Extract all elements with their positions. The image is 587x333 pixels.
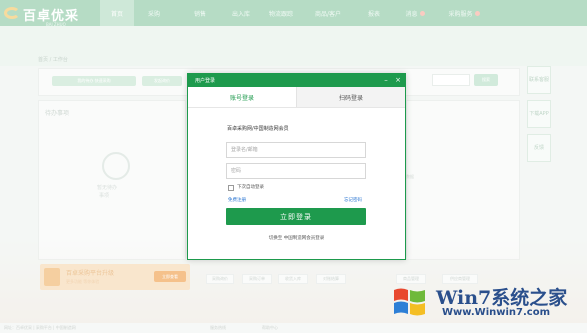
- windows-flag-icon: [394, 288, 425, 316]
- remember-checkbox[interactable]: [228, 185, 234, 191]
- tab-account-login[interactable]: 账号登录: [188, 87, 296, 107]
- dialog-title-bar[interactable]: 用户登录 – ×: [188, 74, 405, 87]
- username-field[interactable]: [226, 142, 366, 158]
- login-dialog: 用户登录 – × 账号登录 扫码登录 百卓采购网/中国制造网会员 下次自动登录 …: [187, 73, 406, 260]
- login-tabs: 账号登录 扫码登录: [188, 87, 405, 107]
- remember-label: 下次自动登录: [237, 185, 264, 190]
- tab-divider: [188, 107, 405, 108]
- login-subtitle: 百卓采购网/中国制造网会员: [227, 126, 289, 132]
- minimize-icon[interactable]: –: [381, 75, 391, 85]
- close-icon[interactable]: ×: [393, 75, 403, 85]
- switch-login-link[interactable]: 切换至 中国制造网会员登录: [188, 235, 405, 241]
- forgot-password-link[interactable]: 忘记密码: [344, 197, 362, 203]
- register-link[interactable]: 免费注册: [228, 197, 246, 203]
- watermark-title-prefix: Win7: [436, 287, 492, 309]
- dialog-title: 用户登录: [195, 78, 216, 84]
- login-button[interactable]: 立即登录: [226, 208, 366, 225]
- watermark-title-suffix: 系统之家: [491, 287, 568, 309]
- tab-qr-login[interactable]: 扫码登录: [296, 87, 405, 107]
- watermark-title: Win7系统之家: [436, 283, 567, 310]
- watermark-url: Www.Winwin7.com: [442, 307, 551, 318]
- password-field[interactable]: [226, 163, 366, 179]
- watermark: Win7系统之家 Www.Winwin7.com: [384, 280, 584, 328]
